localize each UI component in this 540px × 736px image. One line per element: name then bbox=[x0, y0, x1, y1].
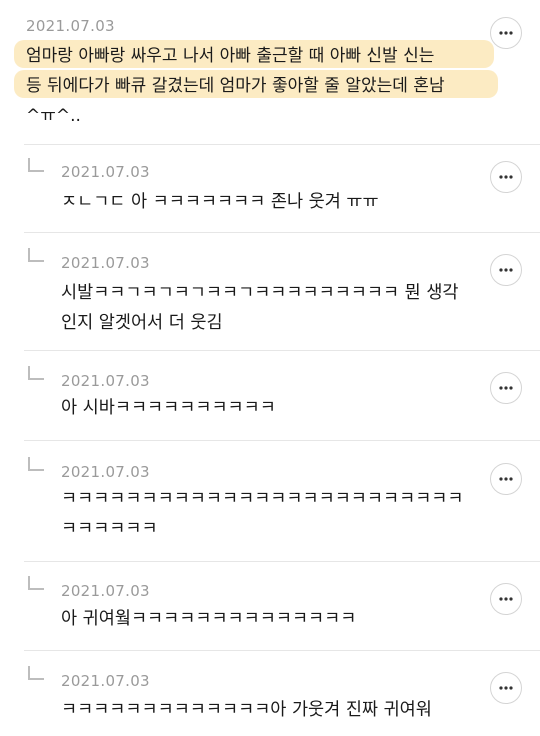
more-horizontal-icon bbox=[499, 477, 513, 481]
reply-arrow-icon bbox=[28, 457, 44, 471]
more-horizontal-icon bbox=[499, 597, 513, 601]
reply-arrow-icon bbox=[28, 158, 44, 172]
more-horizontal-icon bbox=[499, 268, 513, 272]
comment-thread: 2021.07.03 엄마랑 아빠랑 싸우고 나서 아빠 출근할 때 아빠 신발… bbox=[0, 0, 540, 736]
comment-date: 2021.07.03 bbox=[61, 372, 150, 390]
comment-text: 엄마랑 아빠랑 싸우고 나서 아빠 출근할 때 아빠 신발 신는 등 뒤에다가 … bbox=[26, 46, 445, 126]
comment-item: 2021.07.03 엄마랑 아빠랑 싸우고 나서 아빠 출근할 때 아빠 신발… bbox=[0, 0, 540, 145]
comment-text: 시발ㅋㅋㄱㅋㄱㅋㄱㅋㅋㄱㅋㅋㅋㅋㅋㅋㅋㅋㅋ 뭔 생각 인지 알겟어서 더 웃김 bbox=[61, 283, 459, 333]
more-horizontal-icon bbox=[499, 175, 513, 179]
more-horizontal-icon bbox=[499, 386, 513, 390]
more-button[interactable] bbox=[490, 372, 522, 404]
reply-arrow-icon bbox=[28, 248, 44, 262]
comment-date: 2021.07.03 bbox=[61, 463, 150, 481]
reply-item: 2021.07.03 시발ㅋㅋㄱㅋㄱㅋㄱㅋㅋㄱㅋㅋㅋㅋㅋㅋㅋㅋㅋ 뭔 생각 인지… bbox=[0, 233, 540, 351]
more-button[interactable] bbox=[490, 583, 522, 615]
comment-text: ㅈㄴㄱㄷ 아 ㅋㅋㅋㅋㅋㅋㅋ 존나 웃겨 ㅠㅠ bbox=[61, 192, 379, 212]
reply-item: 2021.07.03 ㅋㅋㅋㅋㅋㅋㅋㅋㅋㅋㅋㅋㅋ아 가웃겨 진짜 귀여워 bbox=[0, 651, 540, 736]
reply-item: 2021.07.03 ㅈㄴㄱㄷ 아 ㅋㅋㅋㅋㅋㅋㅋ 존나 웃겨 ㅠㅠ bbox=[0, 145, 540, 233]
reply-arrow-icon bbox=[28, 576, 44, 590]
comment-text: 아 귀여웤ㅋㅋㅋㅋㅋㅋㅋㅋㅋㅋㅋㅋㅋㅋ bbox=[61, 609, 357, 629]
more-horizontal-icon bbox=[499, 686, 513, 690]
more-button[interactable] bbox=[490, 254, 522, 286]
comment-date: 2021.07.03 bbox=[61, 582, 150, 600]
reply-arrow-icon bbox=[28, 366, 44, 380]
reply-arrow-icon bbox=[28, 666, 44, 680]
reply-item: 2021.07.03 아 시바ㅋㅋㅋㅋㅋㅋㅋㅋㅋㅋ bbox=[0, 351, 540, 441]
more-button[interactable] bbox=[490, 672, 522, 704]
comment-date: 2021.07.03 bbox=[61, 672, 150, 690]
more-button[interactable] bbox=[490, 161, 522, 193]
more-button[interactable] bbox=[490, 17, 522, 49]
more-button[interactable] bbox=[490, 463, 522, 495]
more-horizontal-icon bbox=[499, 31, 513, 35]
reply-item: 2021.07.03 ㅋㅋㅋㅋㅋㅋㅋㅋㅋㅋㅋㅋㅋㅋㅋㅋㅋㅋㅋㅋㅋㅋㅋㅋㅋ ㅋㅋㅋ… bbox=[0, 441, 540, 562]
comment-date: 2021.07.03 bbox=[61, 254, 150, 272]
comment-text: 아 시바ㅋㅋㅋㅋㅋㅋㅋㅋㅋㅋ bbox=[61, 398, 276, 418]
comment-text: ㅋㅋㅋㅋㅋㅋㅋㅋㅋㅋㅋㅋㅋㅋㅋㅋㅋㅋㅋㅋㅋㅋㅋㅋㅋ ㅋㅋㅋㅋㅋㅋ bbox=[61, 489, 464, 539]
comment-date: 2021.07.03 bbox=[61, 163, 150, 181]
reply-item: 2021.07.03 아 귀여웤ㅋㅋㅋㅋㅋㅋㅋㅋㅋㅋㅋㅋㅋㅋ bbox=[0, 562, 540, 650]
comment-text: ㅋㅋㅋㅋㅋㅋㅋㅋㅋㅋㅋㅋㅋ아 가웃겨 진짜 귀여워 bbox=[61, 700, 432, 720]
comment-date: 2021.07.03 bbox=[26, 17, 115, 35]
